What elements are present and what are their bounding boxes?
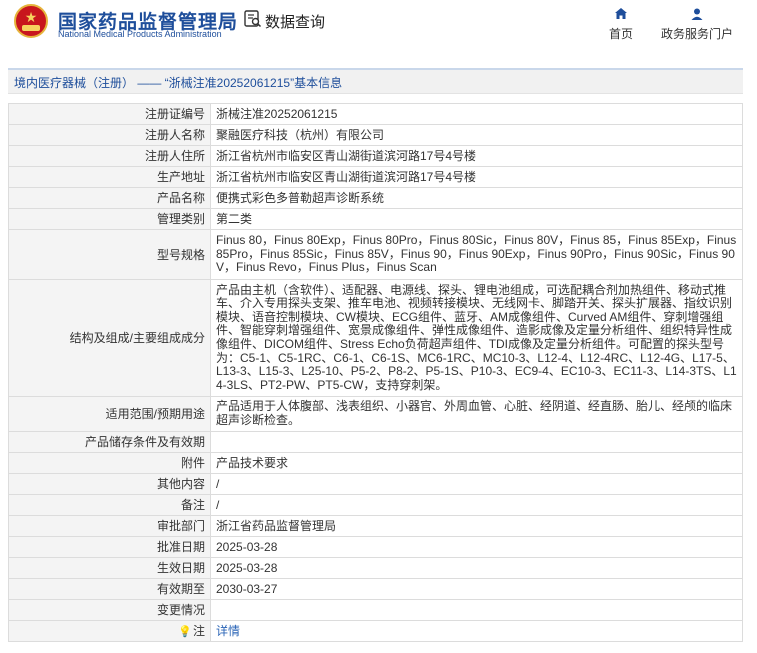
table-row: 注册人住所 浙江省杭州市临安区青山湖街道滨河路17号4号楼: [8, 145, 743, 167]
row-value: 浙江省杭州市临安区青山湖街道滨河路17号4号楼: [210, 145, 743, 167]
table-row: 结构及组成/主要组成成分 产品由主机（含软件）、适配器、电源线、探头、锂电池组成…: [8, 279, 743, 397]
table-row: 其他内容 /: [8, 473, 743, 495]
row-value: 便携式彩色多普勒超声诊断系统: [210, 187, 743, 209]
table-row-note: 💡注 详情: [8, 620, 743, 642]
table-row: 生效日期 2025-03-28: [8, 557, 743, 579]
row-value: 2030-03-27: [210, 578, 743, 600]
row-label: 批准日期: [8, 536, 211, 558]
row-value: /: [210, 473, 743, 495]
row-value: 第二类: [210, 208, 743, 230]
row-label: 生产地址: [8, 166, 211, 188]
note-label: 注: [192, 623, 205, 638]
table-row: 批准日期 2025-03-28: [8, 536, 743, 558]
table-row: 注册证编号 浙械注准20252061215: [8, 103, 743, 125]
basic-info-table: 注册证编号 浙械注准20252061215 注册人名称 聚融医疗科技（杭州）有限…: [8, 103, 743, 642]
table-row: 附件 产品技术要求: [8, 452, 743, 474]
table-row: 生产地址 浙江省杭州市临安区青山湖街道滨河路17号4号楼: [8, 166, 743, 188]
nav-service-portal[interactable]: 政务服务门户: [658, 6, 736, 42]
row-label: 备注: [8, 494, 211, 516]
home-icon: [615, 8, 627, 19]
row-label: 注册证编号: [8, 103, 211, 125]
row-label: 附件: [8, 452, 211, 474]
table-row: 管理类别 第二类: [8, 208, 743, 230]
row-label: 型号规格: [8, 229, 211, 280]
table-row: 型号规格 Finus 80，Finus 80Exp，Finus 80Pro，Fi…: [8, 229, 743, 280]
table-row: 审批部门 浙江省药品监督管理局: [8, 515, 743, 537]
row-value: 产品技术要求: [210, 452, 743, 474]
brand-name-en[interactable]: National Medical Products Administration: [58, 29, 222, 39]
row-label: 结构及组成/主要组成成分: [8, 279, 211, 397]
row-label: 管理类别: [8, 208, 211, 230]
row-value: 浙江省杭州市临安区青山湖街道滨河路17号4号楼: [210, 166, 743, 188]
nav-portal-label: 政务服务门户: [660, 27, 733, 41]
row-value: 2025-03-28: [210, 536, 743, 558]
row-label-note: 💡注: [8, 620, 211, 642]
row-label: 有效期至: [8, 578, 211, 600]
table-row: 产品名称 便携式彩色多普勒超声诊断系统: [8, 187, 743, 209]
row-label: 产品储存条件及有效期: [8, 431, 211, 453]
row-label: 注册人名称: [8, 124, 211, 146]
table-row: 产品储存条件及有效期: [8, 431, 743, 453]
row-value: Finus 80，Finus 80Exp，Finus 80Pro，Finus 8…: [210, 229, 743, 280]
row-label: 注册人住所: [8, 145, 211, 167]
record-title: 境内医疗器械（注册） —— “浙械注准20252061215”基本信息: [8, 68, 743, 94]
row-label: 变更情况: [8, 599, 211, 621]
nav-home-label: 首页: [608, 27, 633, 41]
row-value: 2025-03-28: [210, 557, 743, 579]
table-row: 有效期至 2030-03-27: [8, 578, 743, 600]
details-link[interactable]: 详情: [216, 624, 240, 638]
table-row: 变更情况: [8, 599, 743, 621]
row-label: 适用范围/预期用途: [8, 396, 211, 432]
data-query-icon: [244, 10, 262, 28]
row-value: [210, 431, 743, 453]
national-emblem-icon[interactable]: ★: [14, 4, 48, 38]
site-header: ★ 国家药品监督管理局 National Medical Products Ad…: [0, 0, 757, 62]
table-row: 备注 /: [8, 494, 743, 516]
row-value: /: [210, 494, 743, 516]
row-label: 产品名称: [8, 187, 211, 209]
lightbulb-icon: 💡: [178, 625, 192, 638]
row-value: 浙江省药品监督管理局: [210, 515, 743, 537]
row-value-note: 详情: [210, 620, 743, 642]
table-row: 注册人名称 聚融医疗科技（杭州）有限公司: [8, 124, 743, 146]
row-value: 产品适用于人体腹部、浅表组织、小器官、外周血管、心脏、经阴道、经直肠、胎儿、经颅…: [210, 396, 743, 432]
row-value: 浙械注准20252061215: [210, 103, 743, 125]
nav-home[interactable]: 首页: [605, 6, 637, 42]
row-label: 审批部门: [8, 515, 211, 537]
row-value: [210, 599, 743, 621]
row-label: 生效日期: [8, 557, 211, 579]
row-value: 产品由主机（含软件）、适配器、电源线、探头、锂电池组成，可选配耦合剂加热组件、移…: [210, 279, 743, 397]
data-query-title: 数据查询: [265, 14, 326, 31]
row-label: 其他内容: [8, 473, 211, 495]
table-row: 适用范围/预期用途 产品适用于人体腹部、浅表组织、小器官、外周血管、心脏、经阴道…: [8, 396, 743, 432]
row-value: 聚融医疗科技（杭州）有限公司: [210, 124, 743, 146]
user-icon: [691, 8, 703, 20]
